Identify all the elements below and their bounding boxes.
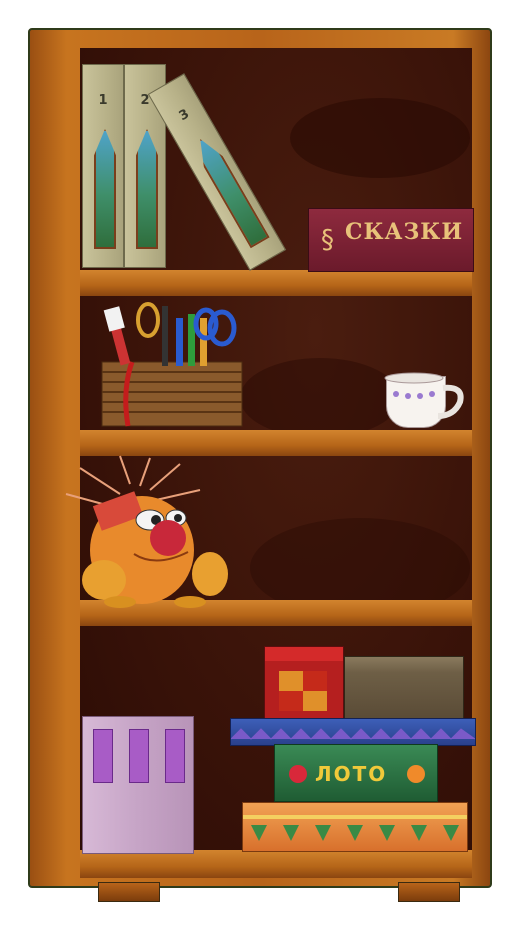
purple-binder-slot	[129, 729, 149, 783]
purple-binders-icon[interactable]	[82, 716, 194, 854]
strawberry-icon	[289, 765, 307, 783]
gray-box-icon[interactable]	[344, 656, 464, 720]
bookcase-foot-left	[98, 882, 160, 902]
binder-1-landscape-icon	[94, 129, 116, 249]
purple-binder-slot	[165, 729, 185, 783]
orange-box[interactable]	[242, 802, 468, 852]
shelf-2	[80, 430, 472, 456]
shelf-1	[80, 270, 472, 296]
purple-binder-slot	[93, 729, 113, 783]
kuzya-toy-icon[interactable]	[60, 454, 240, 610]
blue-box[interactable]	[230, 718, 476, 746]
blue-box-pattern	[230, 728, 476, 740]
teacup-details	[384, 372, 464, 419]
binder-3-number: 3	[176, 106, 192, 125]
red-box-pattern	[265, 647, 343, 711]
binder-2-landscape-icon	[136, 129, 158, 249]
binder-1[interactable]: 1	[82, 64, 124, 268]
shelf-bottom	[80, 850, 472, 878]
pencil-cup-icon[interactable]	[92, 300, 252, 430]
bookcase-foot-right	[398, 882, 460, 902]
fairy-tales-book-title: СКАЗКИ	[345, 219, 464, 245]
book-ornament-icon: §	[321, 225, 334, 255]
red-box-icon[interactable]	[264, 646, 344, 720]
apple-icon	[407, 765, 425, 783]
fairy-tales-book[interactable]: § СКАЗКИ	[308, 208, 474, 272]
binder-1-number: 1	[98, 93, 108, 108]
lotto-box[interactable]: ЛОТО	[274, 744, 438, 802]
lotto-box-label: ЛОТО	[315, 762, 388, 786]
orange-box-pattern	[243, 815, 467, 841]
